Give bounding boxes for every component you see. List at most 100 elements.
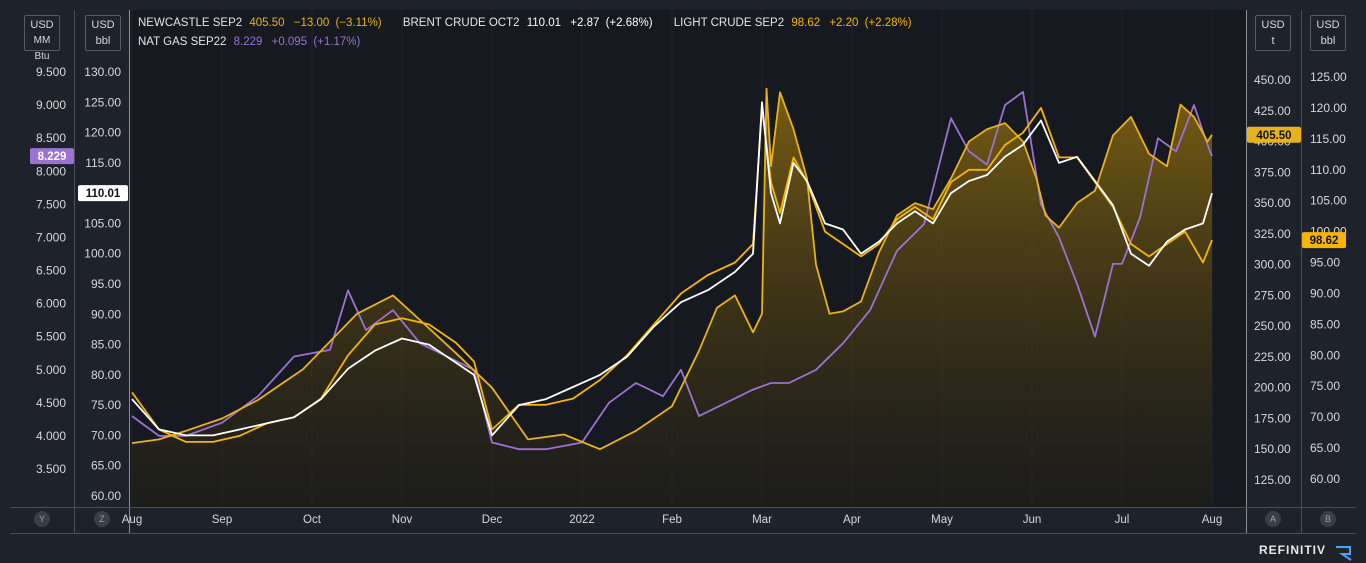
y-tick-label: 9.500: [36, 65, 66, 79]
legend-name[interactable]: NAT GAS SEP22: [138, 36, 226, 48]
y-tick-label: 95.00: [1310, 256, 1340, 270]
coal-unit: t: [1271, 35, 1275, 47]
y-tick-label: 105.00: [1310, 194, 1347, 208]
z-axis-button[interactable]: Z: [94, 511, 110, 527]
legend-change: +0.095: [271, 36, 308, 48]
y-tick-label: 325.00: [1254, 227, 1291, 241]
legend-value: 405.50: [249, 17, 285, 29]
y-tick-label: 8.000: [36, 164, 66, 178]
y-tick-label: 7.500: [36, 197, 66, 211]
legend-change: +2.87: [570, 17, 600, 29]
x-tick-label: Mar: [752, 514, 772, 526]
oil-left-unit-box[interactable]: USD bbl: [85, 15, 121, 51]
x-tick-label: Nov: [392, 514, 413, 526]
y-tick-label: 60.00: [1310, 472, 1340, 486]
y-tick-label: 175.00: [1254, 411, 1291, 425]
a-axis-button[interactable]: A: [1265, 511, 1281, 527]
y-tick-label: 3.500: [36, 462, 66, 476]
y-tick-label: 300.00: [1254, 258, 1291, 272]
legend-change: +2.20: [829, 17, 859, 29]
legend-row-2: NAT GAS SEP22 8.229 +0.095 (+1.17%): [138, 36, 366, 48]
gas-currency: USD: [30, 19, 54, 31]
y-tick-label: 375.00: [1254, 165, 1291, 179]
y-tick-label: 5.500: [36, 330, 66, 344]
y-tick-label: 9.000: [36, 98, 66, 112]
legend-value: 8.229: [233, 36, 263, 48]
y-tick-label: 75.00: [91, 398, 121, 412]
legend-pct: (+2.68%): [605, 17, 653, 29]
y-tick-label: 110.00: [1310, 163, 1346, 177]
gas-unit: MM Btu: [33, 35, 51, 62]
x-tick-label: 2022: [569, 514, 595, 526]
y-tick-label: 90.00: [91, 307, 121, 321]
gas-unit-box[interactable]: USD MM Btu: [24, 15, 60, 62]
oil-right-unit: bbl: [1320, 35, 1336, 47]
x-tick-label: Oct: [303, 514, 322, 526]
y-tick-label: 7.000: [36, 230, 66, 244]
y-tick-label: 85.00: [1310, 317, 1340, 331]
y-tick-label: 6.500: [36, 264, 66, 278]
legend-pct: (+2.28%): [864, 17, 912, 29]
y-tick-label: 6.000: [36, 297, 66, 311]
oil-right-currency: USD: [1316, 19, 1340, 31]
y-tick-label: 60.00: [91, 489, 121, 503]
y-tick-label: 125.00: [1310, 70, 1347, 84]
y-tick-label: 5.000: [36, 363, 66, 377]
coal-unit-box[interactable]: USD t: [1255, 15, 1291, 51]
y-tick-label: 120.00: [1310, 101, 1347, 115]
legend-pct: (−3.11%): [335, 17, 382, 29]
y-tick-label: 85.00: [91, 338, 121, 352]
y-tick-label: 100.00: [84, 247, 121, 261]
x-tick-label: Feb: [662, 514, 682, 526]
y-tick-label: 250.00: [1254, 319, 1291, 333]
x-tick-label: Dec: [482, 514, 503, 526]
y-tick-label: 90.00: [1310, 286, 1340, 300]
chart-canvas: 9.500 9.000 8.500 8.000 7.500 7.000 6.500 6.000…: [0, 0, 1366, 563]
y-tick-label: 80.00: [91, 368, 121, 382]
y-axis-button[interactable]: Y: [34, 511, 50, 527]
y-tick-label: 8.500: [36, 131, 66, 145]
legend-name[interactable]: LIGHT CRUDE SEP2: [674, 17, 784, 29]
x-tick-label: Jul: [1115, 514, 1130, 526]
y-tick-label: 115.00: [85, 156, 121, 170]
y-tick-label: 105.00: [84, 216, 121, 230]
gas-last-value-tag: 8.229: [38, 151, 67, 163]
y-tick-label: 150.00: [1254, 442, 1291, 456]
refinitiv-logo-icon: [1336, 546, 1352, 561]
legend-pct: (+1.17%): [313, 36, 361, 48]
y-tick-label: 70.00: [1310, 410, 1340, 424]
y-tick-label: 425.00: [1254, 104, 1291, 118]
y-tick-label: 350.00: [1254, 196, 1291, 210]
legend-change: −13.00: [293, 17, 330, 29]
x-tick-label: Aug: [1202, 514, 1222, 526]
x-tick-label: Sep: [212, 514, 232, 526]
oil-right-unit-box[interactable]: USD bbl: [1310, 15, 1346, 51]
y-tick-label: 125.00: [84, 95, 121, 109]
y-tick-label: 225.00: [1254, 350, 1291, 364]
legend-name[interactable]: NEWCASTLE SEP2: [138, 17, 242, 29]
y-tick-label: 95.00: [91, 277, 121, 291]
x-tick-label: Jun: [1023, 514, 1042, 526]
y-tick-label: 275.00: [1254, 288, 1291, 302]
oil-left-unit: bbl: [95, 35, 111, 47]
legend-row-1: NEWCASTLE SEP2 405.50 −13.00 (−3.11%) BR…: [138, 17, 918, 29]
x-tick-label: Aug: [122, 514, 142, 526]
legend-name[interactable]: BRENT CRUDE OCT2: [403, 17, 520, 29]
b-axis-button[interactable]: B: [1320, 511, 1336, 527]
y-tick-label: 65.00: [91, 459, 121, 473]
x-tick-label: Apr: [843, 514, 861, 526]
y-tick-label: 120.00: [84, 126, 121, 140]
y-tick-label: 80.00: [1310, 348, 1340, 362]
y-tick-label: 70.00: [91, 428, 121, 442]
y-tick-label: 450.00: [1254, 73, 1291, 87]
oil-left-currency: USD: [91, 19, 115, 31]
wti-last-value-tag: 98.62: [1310, 235, 1339, 247]
x-tick-label: May: [931, 514, 953, 526]
coal-currency: USD: [1261, 19, 1285, 31]
y-tick-label: 125.00: [1254, 473, 1291, 487]
brent-last-value-tag: 110.01: [86, 188, 121, 200]
legend-value: 110.01: [526, 17, 562, 29]
y-tick-label: 115.00: [1310, 132, 1346, 146]
y-tick-label: 4.500: [36, 396, 66, 410]
y-tick-label: 130.00: [84, 65, 121, 79]
